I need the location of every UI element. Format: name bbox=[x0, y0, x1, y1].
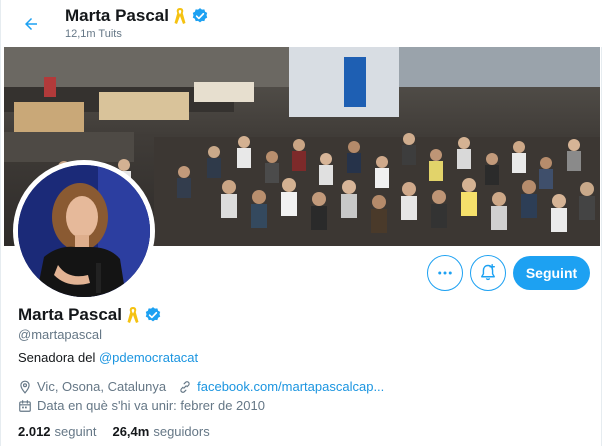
calendar-icon bbox=[19, 399, 31, 412]
profile-joined-row: Data en què s'hi va unir: febrer de 2010 bbox=[18, 398, 265, 413]
top-bar: Marta Pascal 12,1m Tuits bbox=[1, 0, 602, 47]
joined-item: Data en què s'hi va unir: febrer de 2010 bbox=[18, 398, 265, 413]
yellow-ribbon-icon bbox=[127, 307, 139, 323]
verified-badge-icon bbox=[192, 8, 208, 23]
profile-handle: @martapascal bbox=[18, 327, 103, 342]
profile-page: Marta Pascal 12,1m Tuits Seguint Marta P… bbox=[0, 0, 602, 446]
following-button[interactable]: Seguint bbox=[513, 256, 590, 290]
profile-name: Marta Pascal bbox=[18, 305, 122, 324]
verified-badge-icon bbox=[145, 307, 161, 322]
location-item: Vic, Osona, Catalunya bbox=[18, 379, 166, 394]
following-label: seguint bbox=[54, 424, 97, 439]
following-count: 2.012 bbox=[18, 424, 51, 439]
notifications-button[interactable] bbox=[470, 255, 506, 291]
profile-name-row: Marta Pascal bbox=[18, 305, 162, 325]
website-link[interactable]: facebook.com/martapascalcap... bbox=[197, 379, 384, 394]
website-item[interactable]: facebook.com/martapascalcap... bbox=[178, 379, 384, 394]
more-dots-icon bbox=[438, 271, 452, 275]
location-text: Vic, Osona, Catalunya bbox=[37, 379, 167, 394]
header-title: Marta Pascal bbox=[65, 6, 209, 26]
bio-mention-link[interactable]: @pdemocratacat bbox=[99, 350, 198, 365]
followers-stat[interactable]: 26,4m seguidors bbox=[112, 424, 209, 439]
location-pin-icon bbox=[20, 380, 30, 394]
yellow-ribbon-icon bbox=[174, 8, 186, 24]
arrow-left-icon bbox=[25, 18, 37, 30]
bio-text: Senadora del bbox=[18, 350, 99, 365]
joined-text: Data en què s'hi va unir: febrer de 2010 bbox=[37, 398, 265, 413]
followers-label: seguidors bbox=[153, 424, 210, 439]
tweet-count: 12,1m Tuits bbox=[65, 28, 122, 40]
profile-stats: 2.012 seguint 26,4m seguidors bbox=[18, 424, 210, 439]
back-button[interactable] bbox=[15, 8, 47, 40]
profile-meta-row: Vic, Osona, Catalunya facebook.com/marta… bbox=[18, 379, 384, 394]
following-stat[interactable]: 2.012 seguint bbox=[18, 424, 96, 439]
profile-avatar[interactable] bbox=[13, 160, 155, 302]
followers-count: 26,4m bbox=[112, 424, 150, 439]
profile-bio: Senadora del @pdemocratacat bbox=[18, 350, 198, 365]
bell-plus-icon bbox=[481, 263, 495, 281]
avatar-portrait-graphic bbox=[18, 165, 150, 297]
link-icon bbox=[180, 380, 190, 393]
more-options-button[interactable] bbox=[427, 255, 463, 291]
header-name: Marta Pascal bbox=[65, 6, 169, 25]
